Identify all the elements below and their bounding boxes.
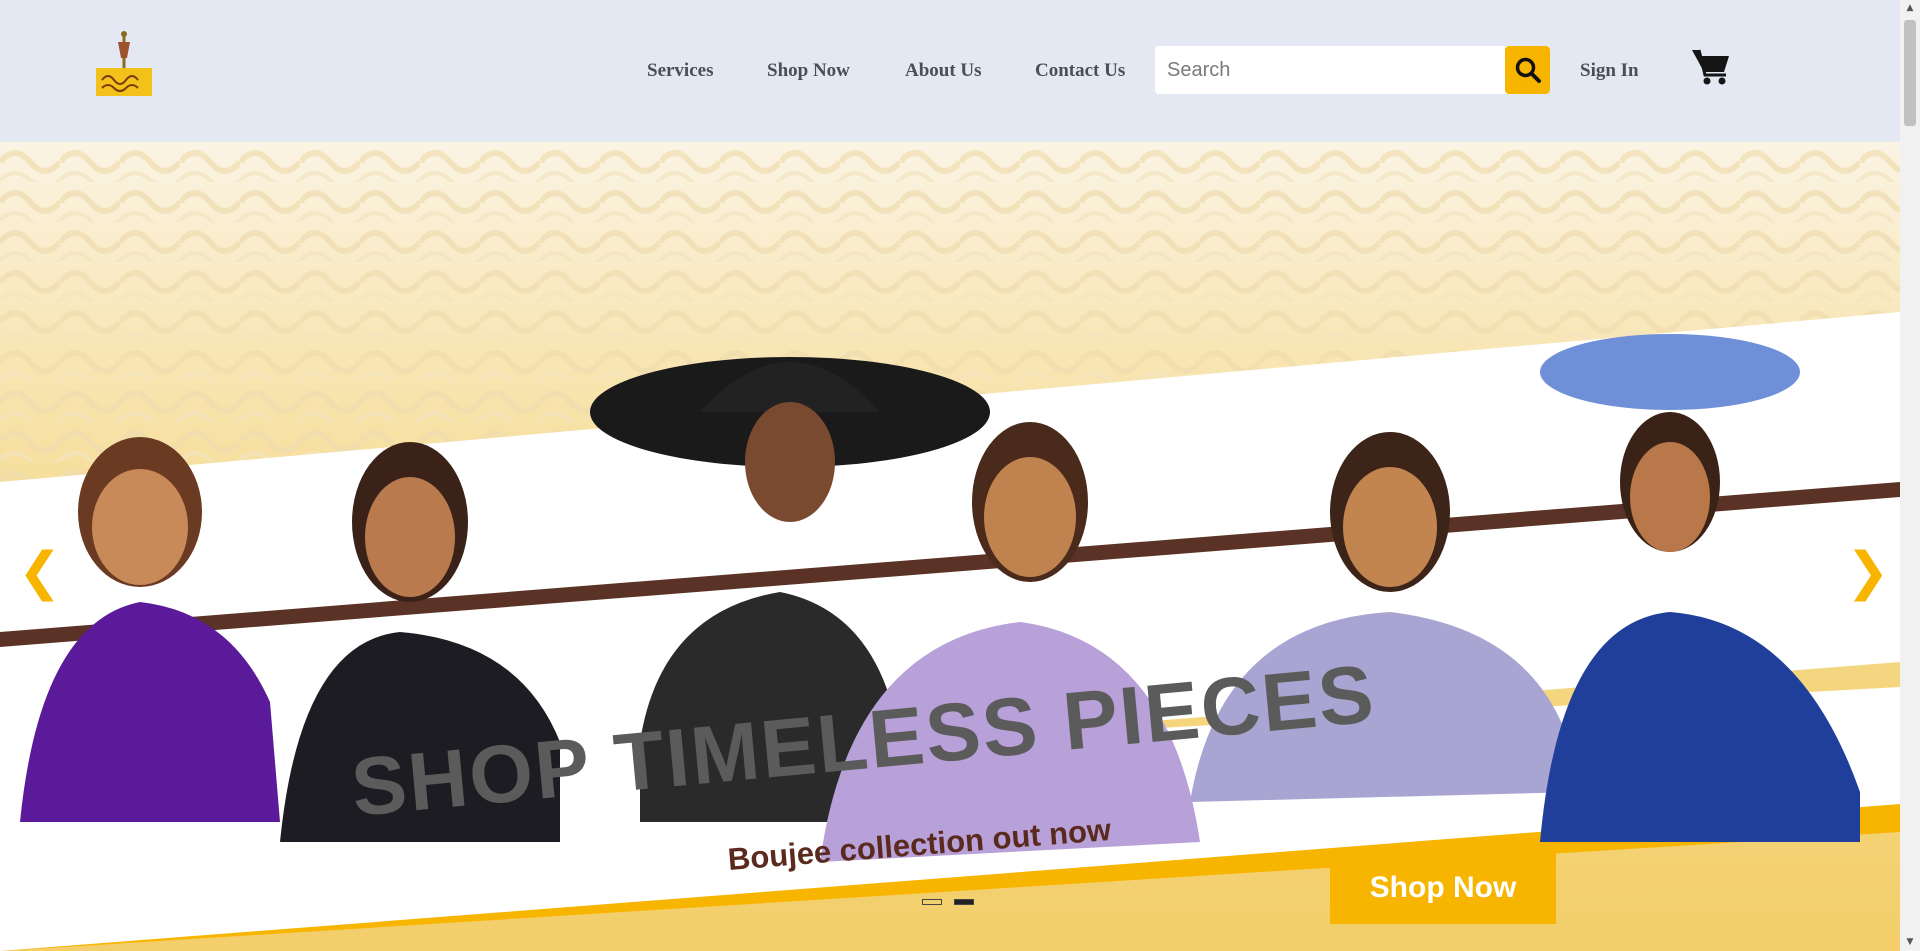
cart-button[interactable]	[1690, 46, 1732, 86]
search-bar	[1155, 46, 1550, 94]
hero-banner: SHOP TIMELESS PIECES Boujee collection o…	[0, 142, 1900, 951]
site-header: Services Shop Now About Us Contact Us Si…	[0, 0, 1900, 142]
shopping-cart-icon	[1692, 49, 1729, 85]
nav-shop-now[interactable]: Shop Now	[767, 60, 850, 82]
carousel-indicators	[922, 899, 974, 905]
vertical-scrollbar[interactable]: ▲ ▼	[1900, 0, 1920, 951]
scroll-up-arrow-icon[interactable]: ▲	[1900, 0, 1920, 17]
scroll-down-arrow-icon[interactable]: ▼	[1900, 934, 1920, 951]
mannequin-logo-icon	[96, 31, 152, 96]
sign-in-link[interactable]: Sign In	[1580, 60, 1639, 82]
nav-about-us[interactable]: About Us	[905, 60, 982, 82]
nav-contact-us[interactable]: Contact Us	[1035, 60, 1125, 82]
logo[interactable]	[92, 28, 156, 102]
search-button[interactable]	[1505, 46, 1550, 94]
shop-now-button[interactable]: Shop Now	[1330, 852, 1556, 924]
prev-slide-arrow[interactable]: ❮	[18, 546, 62, 598]
search-input[interactable]	[1155, 46, 1505, 94]
carousel-dot-2[interactable]	[954, 899, 974, 905]
scroll-thumb[interactable]	[1904, 20, 1916, 126]
search-icon	[1515, 57, 1541, 83]
next-slide-arrow[interactable]: ❯	[1846, 546, 1890, 598]
nav-services[interactable]: Services	[647, 60, 713, 82]
carousel-dot-1[interactable]	[922, 899, 942, 905]
